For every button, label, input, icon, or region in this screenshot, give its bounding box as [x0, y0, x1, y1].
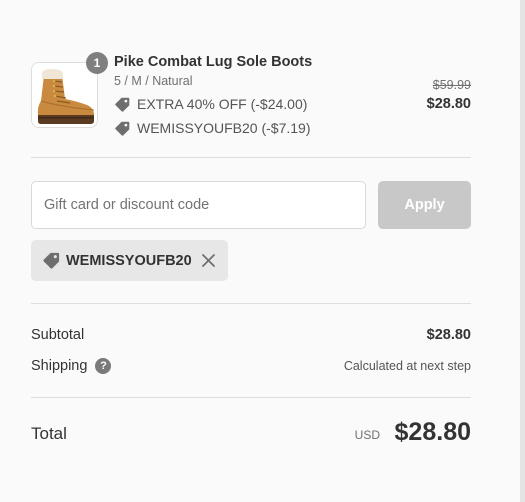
- product-discount-line: EXTRA 40% OFF (-$24.00): [114, 94, 307, 114]
- discount-label: WEMISSYOUFB20 (-$7.19): [137, 120, 311, 136]
- divider: [31, 397, 471, 398]
- currency-code: USD: [354, 428, 380, 442]
- applied-code-chip: WEMISSYOUFB20: [31, 240, 228, 281]
- tag-icon: [115, 121, 130, 136]
- close-icon[interactable]: [200, 252, 217, 269]
- subtotal-value: $28.80: [426, 327, 471, 343]
- quantity-badge: 1: [86, 52, 108, 74]
- divider: [31, 157, 471, 158]
- discount-label: EXTRA 40% OFF (-$24.00): [137, 96, 308, 112]
- boot-image: [32, 63, 97, 127]
- product-name: Pike Combat Lug Sole Boots: [114, 54, 313, 70]
- total-value: $28.80: [394, 418, 471, 446]
- shipping-value: Calculated at next step: [343, 359, 471, 373]
- subtotal-label: Subtotal: [31, 327, 85, 343]
- final-price: $28.80: [426, 96, 471, 112]
- product-variant: 5 / M / Natural: [114, 74, 193, 88]
- tag-icon: [43, 252, 60, 269]
- shipping-row: Shipping ?: [31, 358, 112, 374]
- shipping-label: Shipping: [31, 358, 88, 374]
- total-label: Total: [31, 424, 67, 443]
- line-item: 1 Pike Combat Lug Sole Boots 5 / M / Nat…: [31, 52, 471, 142]
- discount-code-input[interactable]: [31, 181, 366, 229]
- scrollbar-edge: [520, 0, 525, 502]
- product-thumbnail: [31, 62, 98, 128]
- applied-code-label: WEMISSYOUFB20: [66, 252, 192, 269]
- apply-button[interactable]: Apply: [378, 181, 471, 229]
- help-icon[interactable]: ?: [95, 358, 112, 374]
- tag-icon: [115, 97, 130, 112]
- product-discount-line: WEMISSYOUFB20 (-$7.19): [114, 118, 311, 138]
- divider: [31, 303, 471, 304]
- original-price: $59.99: [432, 78, 471, 92]
